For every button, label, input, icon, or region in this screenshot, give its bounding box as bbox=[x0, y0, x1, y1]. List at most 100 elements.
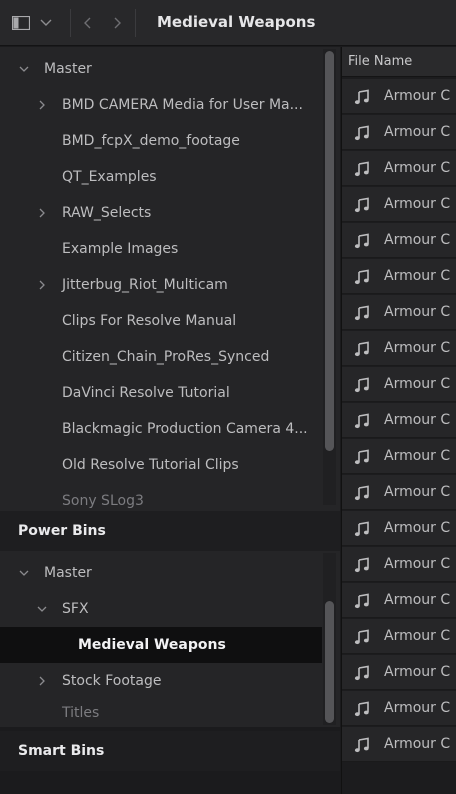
file-name: Armour C bbox=[384, 196, 451, 212]
bin-list-panel: Master BMD CAMERA Media for User Ma... B… bbox=[0, 47, 340, 794]
file-row[interactable]: Armour C bbox=[342, 259, 456, 294]
file-name: Armour C bbox=[384, 124, 451, 140]
bin-item[interactable]: DaVinci Resolve Tutorial bbox=[0, 375, 322, 411]
file-row[interactable]: Armour C bbox=[342, 187, 456, 222]
bin-label: Clips For Resolve Manual bbox=[62, 313, 237, 329]
bin-label: SFX bbox=[62, 601, 89, 617]
chevron-right-icon[interactable] bbox=[36, 279, 48, 291]
power-bin-medieval-weapons[interactable]: Medieval Weapons bbox=[0, 627, 322, 663]
bin-item[interactable]: Old Resolve Tutorial Clips bbox=[0, 447, 322, 483]
chevron-down-icon[interactable] bbox=[18, 567, 30, 579]
file-row[interactable]: Armour C bbox=[342, 655, 456, 690]
chevron-right-icon[interactable] bbox=[36, 207, 48, 219]
bin-label: Jitterbug_Riot_Multicam bbox=[62, 277, 228, 293]
bin-item[interactable]: QT_Examples bbox=[0, 159, 322, 195]
file-row[interactable]: Armour C bbox=[342, 511, 456, 546]
file-name: Armour C bbox=[384, 736, 451, 752]
file-row[interactable]: Armour C bbox=[342, 151, 456, 186]
file-list-panel: File Name Armour C Armour C Armour C Armour… bbox=[341, 47, 456, 794]
bin-label: BMD CAMERA Media for User Ma... bbox=[62, 97, 303, 113]
bin-label: BMD_fcpX_demo_footage bbox=[62, 133, 240, 149]
bin-item[interactable]: Example Images bbox=[0, 231, 322, 267]
file-name: Armour C bbox=[384, 340, 451, 356]
panel-toggle-icon[interactable] bbox=[10, 9, 32, 37]
audio-note-icon bbox=[354, 521, 369, 537]
file-row[interactable]: Armour C bbox=[342, 691, 456, 726]
chevron-down-icon[interactable] bbox=[36, 603, 48, 615]
bin-label: Sony SLog3 bbox=[62, 493, 144, 509]
bin-item[interactable]: Blackmagic Production Camera 4... bbox=[0, 411, 322, 447]
file-name: Armour C bbox=[384, 268, 451, 284]
file-name: Armour C bbox=[384, 376, 451, 392]
file-name: Armour C bbox=[384, 304, 451, 320]
chevron-down-icon[interactable] bbox=[32, 9, 60, 37]
audio-note-icon bbox=[354, 665, 369, 681]
file-row[interactable]: Armour C bbox=[342, 619, 456, 654]
bin-item[interactable]: Citizen_Chain_ProRes_Synced bbox=[0, 339, 322, 375]
chevron-right-icon[interactable] bbox=[105, 9, 129, 37]
audio-note-icon bbox=[354, 413, 369, 429]
bin-item[interactable]: Clips For Resolve Manual bbox=[0, 303, 322, 339]
bin-label: Citizen_Chain_ProRes_Synced bbox=[62, 349, 270, 365]
bin-label: Master bbox=[44, 565, 92, 581]
file-row[interactable]: Armour C bbox=[342, 439, 456, 474]
file-row[interactable]: Armour C bbox=[342, 583, 456, 618]
chevron-right-icon[interactable] bbox=[36, 675, 48, 687]
file-row[interactable]: Armour C bbox=[342, 727, 456, 762]
power-bins-scrollbar[interactable] bbox=[325, 601, 334, 723]
file-name: Armour C bbox=[384, 160, 451, 176]
bin-item[interactable]: RAW_Selects bbox=[0, 195, 322, 231]
bin-master-root[interactable]: Master bbox=[0, 51, 322, 87]
bin-label: DaVinci Resolve Tutorial bbox=[62, 385, 230, 401]
master-bins-section: Master BMD CAMERA Media for User Ma... B… bbox=[0, 47, 340, 511]
file-name: Armour C bbox=[384, 592, 451, 608]
chevron-left-icon[interactable] bbox=[71, 9, 105, 37]
bin-item[interactable]: BMD_fcpX_demo_footage bbox=[0, 123, 322, 159]
audio-note-icon bbox=[354, 593, 369, 609]
audio-note-icon bbox=[354, 701, 369, 717]
bin-label: QT_Examples bbox=[62, 169, 157, 185]
file-name: Armour C bbox=[384, 232, 451, 248]
file-name: Armour C bbox=[384, 484, 451, 500]
file-row[interactable]: Armour C bbox=[342, 367, 456, 402]
audio-note-icon bbox=[354, 377, 369, 393]
bin-item[interactable]: Jitterbug_Riot_Multicam bbox=[0, 267, 322, 303]
bin-item[interactable]: BMD CAMERA Media for User Ma... bbox=[0, 87, 322, 123]
power-bin-titles[interactable]: Titles bbox=[0, 699, 322, 727]
file-name: Armour C bbox=[384, 628, 451, 644]
column-header-file-name[interactable]: File Name bbox=[342, 47, 456, 77]
power-bin-stock-footage[interactable]: Stock Footage bbox=[0, 663, 322, 699]
file-row[interactable]: Armour C bbox=[342, 115, 456, 150]
file-row[interactable]: Armour C bbox=[342, 475, 456, 510]
file-row[interactable]: Armour C bbox=[342, 547, 456, 582]
file-name: Armour C bbox=[384, 88, 451, 104]
power-bin-sfx[interactable]: SFX bbox=[0, 591, 322, 627]
file-name: Armour C bbox=[384, 664, 451, 680]
file-row[interactable]: Armour C bbox=[342, 295, 456, 330]
file-row[interactable]: Armour C bbox=[342, 223, 456, 258]
power-bins-header[interactable]: Power Bins bbox=[0, 511, 340, 551]
audio-note-icon bbox=[354, 89, 369, 105]
audio-note-icon bbox=[354, 629, 369, 645]
file-row[interactable]: Armour C bbox=[342, 79, 456, 114]
power-bins-section: Master SFX Medieval Weapons Stock Footag… bbox=[0, 551, 340, 727]
smart-bins-header[interactable]: Smart Bins bbox=[0, 731, 340, 771]
audio-note-icon bbox=[354, 557, 369, 573]
chevron-right-icon[interactable] bbox=[36, 99, 48, 111]
file-row[interactable]: Armour C bbox=[342, 403, 456, 438]
power-bin-master-root[interactable]: Master bbox=[0, 555, 322, 591]
audio-note-icon bbox=[354, 269, 369, 285]
audio-note-icon bbox=[354, 197, 369, 213]
panel-controls bbox=[10, 9, 136, 37]
chevron-down-icon[interactable] bbox=[18, 63, 30, 75]
current-bin-title: Medieval Weapons bbox=[157, 13, 316, 31]
audio-note-icon bbox=[354, 305, 369, 321]
audio-note-icon bbox=[354, 449, 369, 465]
bin-label: Example Images bbox=[62, 241, 179, 257]
file-row[interactable]: Armour C bbox=[342, 331, 456, 366]
audio-note-icon bbox=[354, 737, 369, 753]
toolbar-divider bbox=[135, 9, 136, 37]
file-name: Armour C bbox=[384, 412, 451, 428]
bin-label: Master bbox=[44, 61, 92, 77]
master-bins-scrollbar[interactable] bbox=[325, 51, 334, 451]
